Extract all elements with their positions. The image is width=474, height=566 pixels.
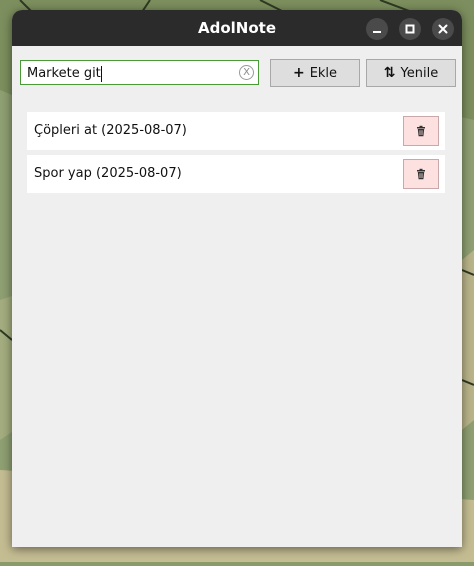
minimize-button[interactable] [366,18,388,40]
todo-item: Spor yap (2025-08-07) [27,155,445,193]
text-caret [100,65,102,82]
refresh-button[interactable]: ⇅ Yenile [366,59,456,87]
refresh-icon: ⇅ [383,65,396,81]
maximize-icon [405,24,415,34]
app-window: AdolNote Markete git X + Ekle ⇅ Yenile Ç… [12,10,462,547]
maximize-button[interactable] [399,18,421,40]
plus-icon: + [292,65,305,81]
window-title: AdolNote [198,19,276,37]
add-button-label: Ekle [309,65,338,81]
minimize-icon [373,31,381,33]
delete-button[interactable] [403,116,439,146]
note-input[interactable]: Markete git X [20,60,259,85]
trash-icon [417,168,425,180]
todo-label: Çöpleri at (2025-08-07) [34,123,187,138]
add-button[interactable]: + Ekle [270,59,360,87]
delete-button[interactable] [403,159,439,189]
title-bar[interactable]: AdolNote [12,10,462,46]
refresh-button-label: Yenile [400,65,439,81]
trash-icon [417,125,425,137]
todo-item: Çöpleri at (2025-08-07) [27,112,445,150]
clear-input-button[interactable]: X [239,65,254,80]
close-button[interactable] [432,18,454,40]
close-icon [438,24,448,34]
note-input-value: Markete git [27,65,102,82]
todo-label: Spor yap (2025-08-07) [34,166,182,181]
